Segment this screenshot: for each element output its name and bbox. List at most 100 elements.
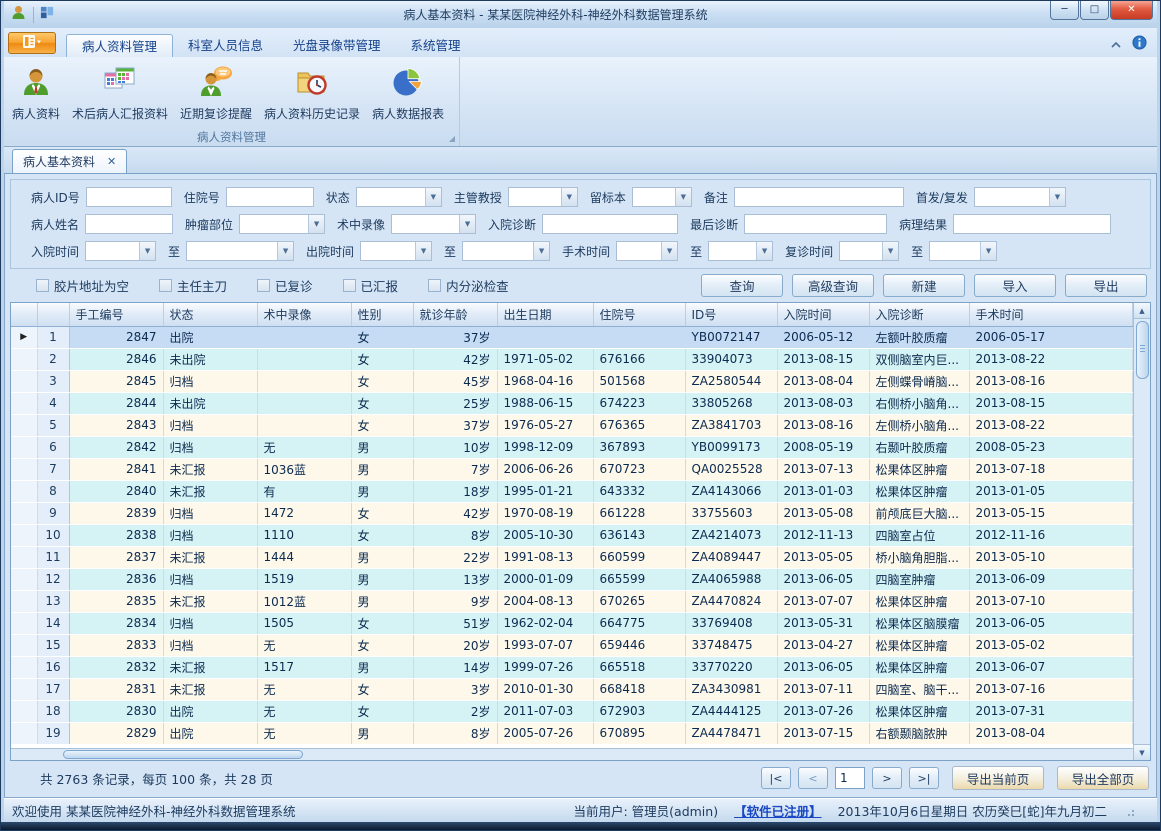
table-row[interactable]: 82840未汇报有男18岁1995-01-21643332ZA414306620… [11,480,1133,502]
table-row[interactable]: 192829出院无男8岁2005-07-26670895ZA4478471201… [11,722,1133,744]
action-button[interactable]: 导出 [1065,274,1147,297]
table-row[interactable]: 142834归档1505女51岁1962-02-0466477533769408… [11,612,1133,634]
chevron-down-icon[interactable]: ▼ [675,188,691,206]
combo-box[interactable]: ▼ [186,241,294,261]
text-input[interactable] [953,214,1111,234]
app-menu-button[interactable] [8,32,56,54]
chevron-down-icon[interactable]: ▼ [277,242,293,260]
table-row[interactable]: ▶12847出院女37岁YB00721472006-05-12左额叶胶质瘤200… [11,326,1133,348]
table-row[interactable]: 52843归档女37岁1976-05-27676365ZA38417032013… [11,414,1133,436]
table-row[interactable]: 112837未汇报1444男22岁1991-08-13660599ZA40894… [11,546,1133,568]
column-header[interactable] [37,303,69,326]
table-row[interactable]: 72841未汇报1036蓝男7岁2006-06-26670723QA002552… [11,458,1133,480]
scroll-thumb[interactable] [1136,321,1149,379]
combo-box[interactable]: ▼ [391,214,476,234]
export-all-pages-button[interactable]: 导出全部页 [1057,766,1149,790]
ribbon-tab[interactable]: 系统管理 [396,34,476,57]
combo-box[interactable]: ▼ [462,241,550,261]
chevron-down-icon[interactable]: ▼ [1049,188,1065,206]
table-row[interactable]: 152833归档无女20岁1993-07-0765944633748475201… [11,634,1133,656]
license-link[interactable]: 【软件已注册】 [734,801,822,820]
chevron-down-icon[interactable]: ▼ [533,242,549,260]
export-current-page-button[interactable]: 导出当前页 [952,766,1044,790]
chevron-down-icon[interactable]: ▼ [415,242,431,260]
table-row[interactable]: 102838归档1110女8岁2005-10-30636143ZA4214073… [11,524,1133,546]
chevron-down-icon[interactable]: ▼ [139,242,155,260]
table-row[interactable]: 162832未汇报1517男14岁1999-07-266655183377022… [11,656,1133,678]
column-header[interactable]: 入院诊断 [869,303,969,326]
ribbon-button[interactable]: 近期复诊提醒 [174,62,258,125]
filter-checkbox[interactable]: 已汇报 [343,276,399,295]
text-input[interactable] [542,214,678,234]
chevron-down-icon[interactable]: ▼ [459,215,475,233]
column-header[interactable]: 住院号 [593,303,685,326]
close-tab-icon[interactable]: ✕ [107,155,116,168]
tab-patient-basic-data[interactable]: 病人基本资料 ✕ [12,149,127,173]
chevron-down-icon[interactable]: ▼ [756,242,772,260]
horizontal-scrollbar[interactable] [11,748,1133,760]
column-header[interactable]: 手术时间 [969,303,1133,326]
ribbon-tab[interactable]: 科室人员信息 [173,34,278,57]
column-header[interactable]: 术中录像 [257,303,351,326]
prev-page-button[interactable]: < [798,767,828,789]
collapse-ribbon-icon[interactable] [1110,35,1122,54]
text-input[interactable] [734,187,904,207]
table-row[interactable]: 32845归档女45岁1968-04-16501568ZA25805442013… [11,370,1133,392]
table-row[interactable]: 172831未汇报无女3岁2010-01-30668418ZA343098120… [11,678,1133,700]
combo-box[interactable]: ▼ [508,187,578,207]
ribbon-button[interactable]: 术后病人汇报资料 [66,62,174,125]
combo-box[interactable]: ▼ [974,187,1066,207]
combo-box[interactable]: ▼ [929,241,997,261]
combo-box[interactable]: ▼ [360,241,432,261]
column-header[interactable]: 出生日期 [497,303,593,326]
minimize-button[interactable]: ─ [1050,1,1079,20]
next-page-button[interactable]: > [872,767,902,789]
checkbox-icon[interactable] [36,279,49,292]
close-button[interactable]: ✕ [1110,1,1153,20]
table-row[interactable]: 62842归档无男10岁1998-12-09367893YB0099173200… [11,436,1133,458]
table-row[interactable]: 22846未出院女42岁1971-05-02676166339040732013… [11,348,1133,370]
filter-checkbox[interactable]: 已复诊 [257,276,313,295]
action-button[interactable]: 导入 [974,274,1056,297]
checkbox-icon[interactable] [257,279,270,292]
combo-box[interactable]: ▼ [839,241,899,261]
filter-checkbox[interactable]: 主任主刀 [159,276,227,295]
combo-box[interactable]: ▼ [632,187,692,207]
ribbon-button[interactable]: 病人资料历史记录 [258,62,366,125]
combo-box[interactable]: ▼ [616,241,678,261]
table-row[interactable]: 42844未出院女25岁1988-06-15674223338052682013… [11,392,1133,414]
filter-checkbox[interactable]: 胶片地址为空 [36,276,129,295]
hscroll-thumb[interactable] [63,750,303,759]
vertical-scrollbar[interactable]: ▲ ▼ [1133,303,1150,760]
table-row[interactable]: 122836归档1519男13岁2000-01-09665599ZA406598… [11,568,1133,590]
text-input[interactable] [226,187,314,207]
ribbon-tab[interactable]: 病人资料管理 [66,34,173,57]
ribbon-tab[interactable]: 光盘录像带管理 [278,34,396,57]
checkbox-icon[interactable] [159,279,172,292]
column-header[interactable]: 性别 [351,303,413,326]
table-row[interactable]: 182830出院无女2岁2011-07-03672903ZA4444125201… [11,700,1133,722]
column-header[interactable] [11,303,37,326]
scroll-up-icon[interactable]: ▲ [1134,303,1151,319]
layout-icon[interactable] [40,5,55,24]
chevron-down-icon[interactable]: ▼ [425,188,441,206]
column-header[interactable]: 就诊年龄 [413,303,497,326]
checkbox-icon[interactable] [428,279,441,292]
action-button[interactable]: 查询 [701,274,783,297]
combo-box[interactable]: ▼ [708,241,773,261]
text-input[interactable] [744,214,887,234]
filter-checkbox[interactable]: 内分泌检查 [428,276,509,295]
table-row[interactable]: 92839归档1472女42岁1970-08-19661228337556032… [11,502,1133,524]
last-page-button[interactable]: >| [909,767,939,789]
text-input[interactable] [85,214,173,234]
maximize-button[interactable]: □ [1080,1,1109,20]
action-button[interactable]: 高级查询 [792,274,874,297]
table-row[interactable]: 132835未汇报1012蓝男9岁2004-08-13670265ZA44708… [11,590,1133,612]
info-icon[interactable] [1132,35,1147,54]
scroll-down-icon[interactable]: ▼ [1134,744,1151,760]
chevron-down-icon[interactable]: ▼ [980,242,996,260]
chevron-down-icon[interactable]: ▼ [308,215,324,233]
column-header[interactable]: ID号 [685,303,777,326]
column-header[interactable]: 状态 [163,303,257,326]
column-header[interactable]: 入院时间 [777,303,869,326]
